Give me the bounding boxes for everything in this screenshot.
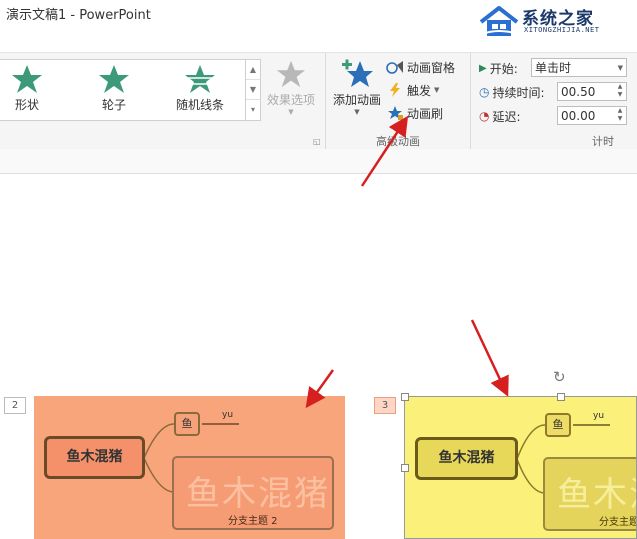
arrow-to-slide-2: [305, 369, 335, 409]
annotation-arrows: [305, 115, 509, 409]
arrow-to-animation-painter: [360, 115, 409, 187]
arrow-to-slide-3: [470, 319, 509, 397]
